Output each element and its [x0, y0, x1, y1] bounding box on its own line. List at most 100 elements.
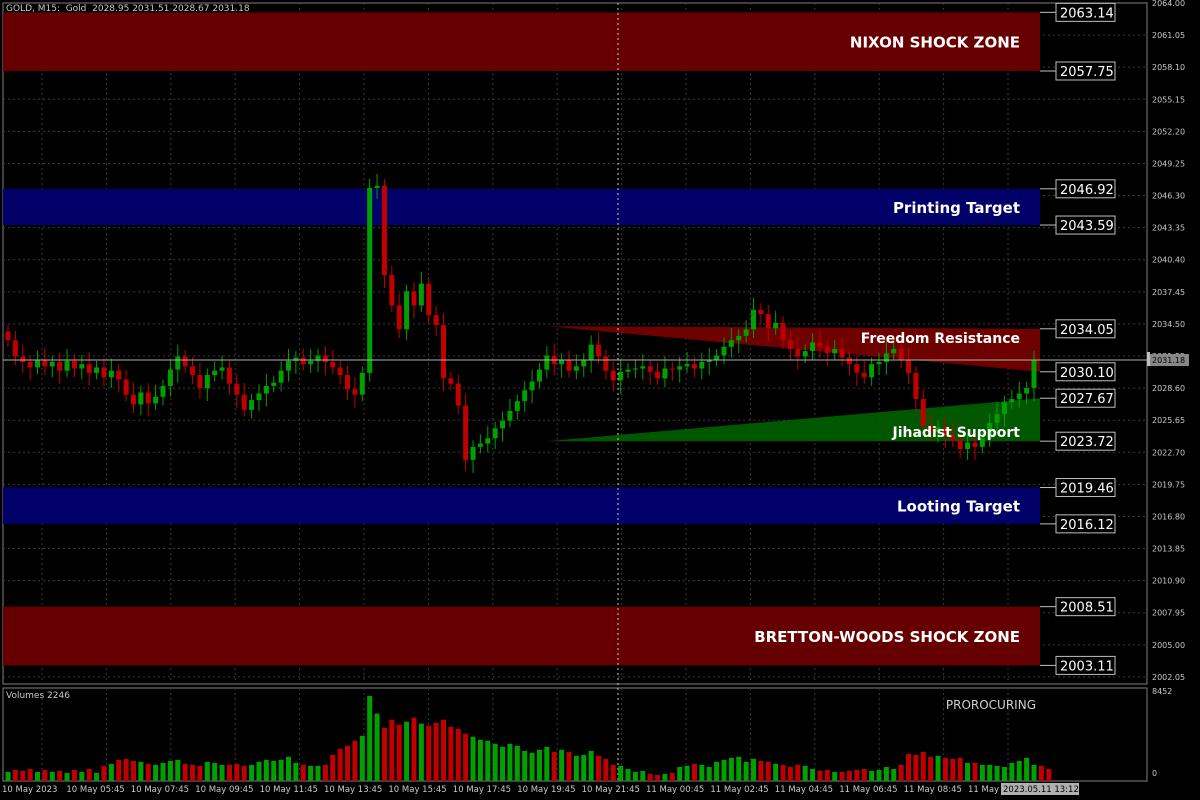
volume-bar — [49, 771, 55, 781]
y-tick-label: 2043.35 — [1152, 224, 1185, 233]
volume-bar — [898, 764, 904, 781]
volume-bar — [182, 763, 188, 781]
candle-body — [721, 346, 727, 356]
volume-bar — [455, 728, 461, 781]
candle-body — [381, 185, 387, 275]
candle-body — [374, 185, 380, 188]
volume-bar — [500, 746, 506, 781]
triangle-label: Freedom Resistance — [861, 331, 1020, 347]
candle-body — [86, 364, 92, 373]
candle-body — [1031, 359, 1037, 389]
candle-body — [1024, 388, 1030, 394]
candle-body — [972, 442, 978, 447]
candle-body — [632, 368, 638, 370]
y-tick-label: 2040.40 — [1152, 256, 1185, 265]
candle-body — [153, 396, 159, 404]
volume-bar — [950, 758, 956, 781]
candle-body — [994, 414, 1000, 423]
volume-bar — [529, 752, 535, 781]
volume-bar — [765, 761, 771, 781]
x-tick-label: 11 May 08:45 — [904, 785, 962, 795]
candle-body — [94, 367, 100, 373]
volume-bar — [647, 773, 653, 781]
volume-bar — [322, 764, 328, 781]
candle-body — [728, 340, 734, 347]
current-time-label: 2023.05.11 13:12 — [1003, 785, 1079, 795]
x-tick-label: 11 May 00:45 — [646, 785, 704, 795]
candle-body — [765, 314, 771, 329]
volume-bar — [1031, 764, 1037, 781]
candle-body — [330, 361, 336, 368]
volume-bar — [256, 761, 262, 781]
candle-body — [691, 364, 697, 369]
candle-body — [640, 366, 646, 369]
price-label-text: 2057.75 — [1060, 65, 1114, 80]
candle-body — [566, 359, 572, 371]
candle-body — [883, 353, 889, 362]
volume-bar — [241, 765, 247, 781]
x-tick-label: 10 May 21:45 — [582, 785, 640, 795]
volume-bar — [728, 757, 734, 781]
candle-body — [625, 369, 631, 372]
price-label-text: 2023.72 — [1060, 435, 1114, 450]
y-tick-label: 2055.15 — [1152, 95, 1185, 104]
volume-bar — [706, 766, 712, 781]
x-tick-label: 10 May 09:45 — [195, 785, 253, 795]
x-tick-label: 10 May 13:45 — [324, 785, 382, 795]
volume-bar — [987, 764, 993, 781]
volume-bar — [979, 764, 985, 781]
y-tick-label: 2037.45 — [1152, 288, 1185, 297]
candle-body — [714, 355, 720, 360]
candle-body — [101, 367, 107, 378]
volume-bar — [965, 762, 971, 781]
volume-bar — [839, 771, 845, 781]
candle-body — [507, 410, 513, 421]
volume-bar — [79, 771, 85, 781]
candle-body — [677, 366, 683, 370]
candle-body — [212, 370, 218, 376]
volume-bar — [108, 763, 114, 781]
candle-body — [396, 305, 402, 330]
volume-bar — [787, 766, 793, 781]
scroll-marker — [1147, 352, 1150, 366]
volume-bar — [514, 745, 520, 781]
candle-body — [581, 359, 587, 367]
volume-bar — [440, 719, 446, 781]
candle-body — [684, 364, 690, 367]
price-label-text: 2046.92 — [1060, 183, 1114, 198]
volume-scale-max: 8452 — [1152, 687, 1172, 696]
volume-bar — [374, 713, 380, 781]
volume-bar — [226, 764, 232, 781]
candle-body — [957, 440, 963, 450]
volume-bar — [145, 763, 151, 781]
candle-body — [1001, 402, 1007, 415]
candle-body — [57, 361, 63, 371]
candle-body — [544, 355, 550, 370]
volume-bar — [381, 727, 387, 781]
volume-bar — [994, 765, 1000, 781]
price-label-text: 2016.12 — [1060, 518, 1114, 533]
volume-bar — [42, 769, 48, 781]
volume-bar — [27, 768, 33, 781]
zone-band — [3, 188, 1040, 226]
price-label-text: 2030.10 — [1060, 366, 1114, 381]
candle-body — [965, 442, 971, 450]
volume-bar — [130, 760, 136, 781]
volume-bar — [618, 765, 624, 781]
candle-body — [780, 322, 786, 341]
candle-body — [795, 348, 801, 357]
candle-body — [278, 370, 284, 383]
candle-body — [522, 390, 528, 402]
candle-body — [426, 283, 432, 316]
y-tick-label: 2022.70 — [1152, 448, 1185, 457]
y-tick-label: 2028.60 — [1152, 384, 1185, 393]
volume-bar — [795, 764, 801, 781]
volume-bar — [913, 754, 919, 781]
x-tick-label: 10 May 11:45 — [260, 785, 318, 795]
volume-bar — [684, 765, 690, 781]
candle-body — [810, 342, 816, 352]
volume-bar — [669, 772, 675, 781]
candle-body — [64, 360, 70, 371]
volume-bar — [20, 770, 26, 781]
candle-body — [1016, 393, 1022, 399]
